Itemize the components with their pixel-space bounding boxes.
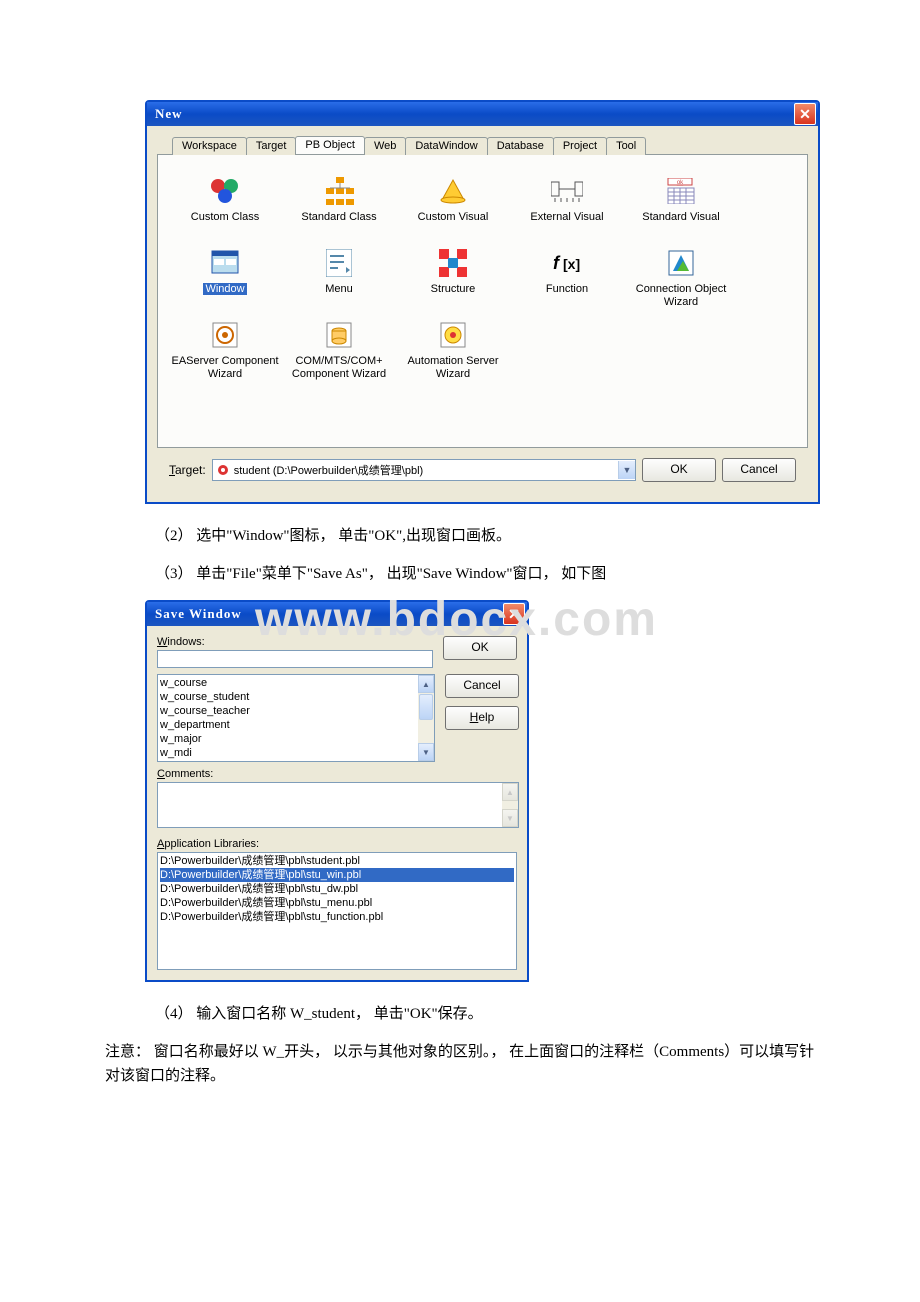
comments-label: Comments: (157, 768, 517, 780)
help-button[interactable]: Help (445, 706, 519, 730)
windows-label: Windows: (157, 636, 433, 648)
save-window-dialog: Save Window ✕ Windows: OK w_course w_cou… (145, 600, 529, 982)
scroll-down-icon[interactable]: ▼ (418, 743, 434, 761)
list-item[interactable]: D:\Powerbuilder\成绩管理\pbl\stu_function.pb… (160, 910, 514, 924)
target-icon (216, 463, 230, 477)
obj-connection-wizard[interactable]: Connection Object Wizard (624, 239, 738, 311)
obj-custom-visual[interactable]: Custom Visual (396, 167, 510, 239)
scroll-down-icon: ▼ (502, 809, 518, 827)
obj-external-visual[interactable]: External Visual (510, 167, 624, 239)
list-item[interactable]: w_course_student (160, 690, 432, 704)
save-title: Save Window (155, 606, 503, 622)
tab-row: Workspace Target PB Object Web DataWindo… (172, 136, 808, 154)
close-icon[interactable]: ✕ (794, 103, 816, 125)
new-dialog: New ✕ Workspace Target PB Object Web Dat… (145, 100, 820, 504)
cancel-button[interactable]: Cancel (445, 674, 519, 698)
windows-input[interactable] (157, 650, 433, 668)
tab-target[interactable]: Target (246, 137, 297, 155)
tab-web[interactable]: Web (364, 137, 406, 155)
tab-pbobject[interactable]: PB Object (295, 136, 365, 154)
list-item[interactable]: D:\Powerbuilder\成绩管理\pbl\stu_menu.pbl (160, 896, 514, 910)
windows-list[interactable]: w_course w_course_student w_course_teach… (157, 674, 435, 762)
list-item[interactable]: w_course (160, 676, 432, 690)
list-item[interactable]: w_department (160, 718, 432, 732)
ok-button[interactable]: OK (443, 636, 517, 660)
applib-label: Application Libraries: (157, 838, 517, 850)
list-item[interactable]: w_mdi (160, 746, 432, 760)
list-item[interactable]: D:\Powerbuilder\成绩管理\pbl\student.pbl (160, 854, 514, 868)
obj-com-wizard[interactable]: COM/MTS/COM+ Component Wizard (282, 311, 396, 383)
applib-list[interactable]: D:\Powerbuilder\成绩管理\pbl\student.pbl D:\… (157, 852, 517, 970)
comments-input[interactable]: ▲ ▼ (157, 782, 519, 828)
step3-text: （3） 单击"File"菜单下"Save As"， 出现"Save Window… (155, 562, 820, 586)
list-item[interactable]: w_course_teacher (160, 704, 432, 718)
svg-text:ok: ok (677, 180, 684, 186)
cancel-button[interactable]: Cancel (722, 458, 796, 482)
scroll-up-icon[interactable]: ▲ (418, 675, 434, 693)
obj-standard-class[interactable]: Standard Class (282, 167, 396, 239)
list-item[interactable]: w_major (160, 732, 432, 746)
target-value: student (D:\Powerbuilder\成绩管理\pbl) (234, 462, 618, 478)
scroll-up-icon: ▲ (502, 783, 518, 801)
obj-easerver-wizard[interactable]: EAServer Component Wizard (168, 311, 282, 383)
obj-function[interactable]: f[x] Function (510, 239, 624, 311)
scrollbar: ▲ ▼ (502, 783, 518, 827)
tab-project[interactable]: Project (553, 137, 607, 155)
obj-standard-visual[interactable]: ok Standard Visual (624, 167, 738, 239)
list-item[interactable]: D:\Powerbuilder\成绩管理\pbl\stu_win.pbl (160, 868, 514, 882)
tab-datawindow[interactable]: DataWindow (405, 137, 487, 155)
obj-window[interactable]: Window (168, 239, 282, 311)
step4-text: （4） 输入窗口名称 W_student， 单击"OK"保存。 (155, 1002, 820, 1026)
ok-button[interactable]: OK (642, 458, 716, 482)
step2-text: （2） 选中"Window"图标， 单击"OK",出现窗口画板。 (155, 524, 820, 548)
tab-tool[interactable]: Tool (606, 137, 646, 155)
tab-workspace[interactable]: Workspace (172, 137, 247, 155)
obj-structure[interactable]: Structure (396, 239, 510, 311)
target-label: Target: (169, 463, 206, 477)
chevron-down-icon[interactable]: ▼ (618, 461, 635, 479)
note-text: 注意： 窗口名称最好以 W_开头， 以示与其他对象的区别。， 在上面窗口的注释栏… (105, 1040, 820, 1088)
save-titlebar: Save Window ✕ (147, 602, 527, 626)
close-icon[interactable]: ✕ (503, 603, 525, 625)
obj-custom-class[interactable]: Custom Class (168, 167, 282, 239)
dialog-title: New (155, 106, 794, 122)
tab-panel: Custom Class Standard Class Custom Visua… (157, 154, 808, 448)
titlebar: New ✕ (147, 102, 818, 126)
obj-automation-wizard[interactable]: Automation Server Wizard (396, 311, 510, 383)
target-select[interactable]: student (D:\Powerbuilder\成绩管理\pbl) ▼ (212, 459, 636, 481)
svg-text:[x]: [x] (563, 256, 580, 272)
tab-database[interactable]: Database (487, 137, 554, 155)
scroll-thumb[interactable] (419, 694, 433, 720)
list-item[interactable]: D:\Powerbuilder\成绩管理\pbl\stu_dw.pbl (160, 882, 514, 896)
svg-text:f: f (553, 253, 561, 273)
scrollbar[interactable]: ▲ ▼ (418, 675, 434, 761)
obj-menu[interactable]: Menu (282, 239, 396, 311)
